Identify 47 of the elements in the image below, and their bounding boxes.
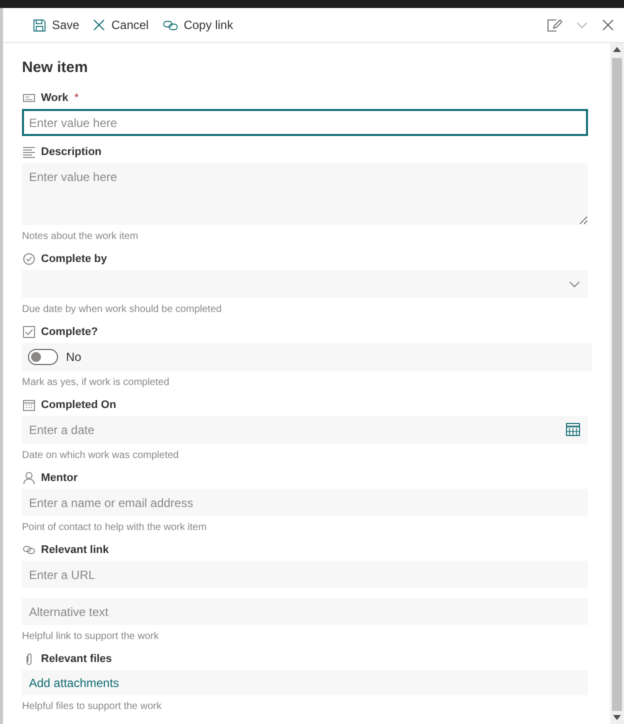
help-text: Notes about the work item bbox=[22, 230, 140, 243]
save-button[interactable]: Save bbox=[27, 14, 86, 36]
date-input[interactable]: Enter a date bbox=[22, 416, 588, 444]
help-text: Helpful files to support the work bbox=[22, 700, 163, 713]
help-text: Helpful link to support the work bbox=[22, 630, 160, 643]
field-label: Work bbox=[41, 92, 68, 104]
alt-text-input[interactable]: Alternative text bbox=[22, 598, 588, 625]
cancel-button[interactable]: Cancel bbox=[87, 14, 155, 36]
chevron-down-icon[interactable] bbox=[576, 22, 588, 28]
person-icon bbox=[23, 472, 35, 484]
chevron-down-icon bbox=[569, 280, 580, 288]
field-label: Description bbox=[41, 146, 102, 158]
help-text: Point of contact to help with the work item bbox=[22, 521, 208, 534]
url-input[interactable]: Enter a URL bbox=[22, 561, 588, 588]
link-icon bbox=[162, 20, 178, 30]
checkbox-icon bbox=[23, 326, 35, 338]
toggle-value: No bbox=[66, 350, 82, 364]
people-picker-input[interactable]: Enter a name or email address bbox=[22, 489, 588, 516]
toggle-switch[interactable] bbox=[28, 349, 58, 365]
textarea-field[interactable]: Enter value here bbox=[22, 163, 588, 225]
scrollbar-thumb[interactable] bbox=[612, 58, 622, 711]
copy-link-button[interactable]: Copy link bbox=[156, 14, 240, 36]
field-label: Mentor bbox=[41, 472, 78, 484]
field-label: Complete by bbox=[41, 253, 108, 265]
text-field-icon bbox=[23, 92, 35, 104]
check-circle-icon bbox=[23, 253, 35, 265]
help-text: Mark as yes, if work is completed bbox=[22, 376, 170, 389]
close-icon[interactable] bbox=[602, 19, 614, 31]
form-title: New item bbox=[22, 58, 89, 78]
scroll-up-icon[interactable] bbox=[613, 47, 621, 52]
close-icon bbox=[93, 19, 106, 31]
calendar-icon[interactable] bbox=[566, 423, 580, 436]
field-label: Complete? bbox=[41, 326, 98, 338]
save-icon bbox=[33, 18, 46, 32]
field-label: Completed On bbox=[41, 399, 116, 411]
required-mark: * bbox=[74, 92, 79, 104]
edit-form-icon[interactable] bbox=[547, 18, 562, 32]
help-text: Due date by when work should be completed bbox=[22, 303, 223, 316]
field-label: Relevant link bbox=[41, 544, 109, 556]
link-icon bbox=[23, 544, 35, 556]
add-attachments-link[interactable]: Add attachments bbox=[29, 676, 120, 690]
calendar-icon bbox=[23, 399, 35, 411]
help-text: Date on which work was completed bbox=[22, 449, 180, 462]
text-input[interactable]: Enter value here bbox=[22, 109, 588, 136]
lines-icon bbox=[23, 146, 35, 158]
scroll-down-icon[interactable] bbox=[613, 715, 621, 720]
field-label: Relevant files bbox=[41, 653, 112, 665]
